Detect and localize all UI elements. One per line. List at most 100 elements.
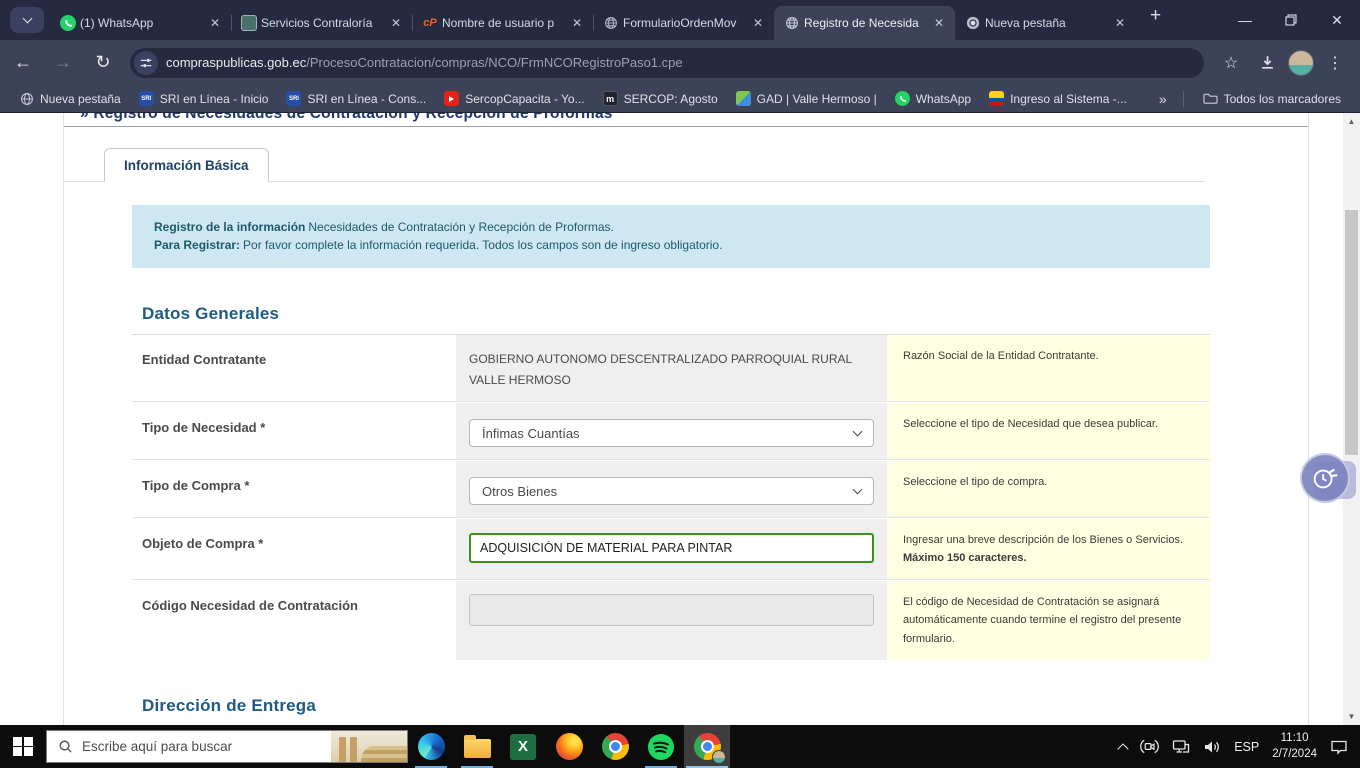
close-icon[interactable]: ✕ — [931, 16, 947, 30]
toolbar-actions: ☆ ⋮ — [1216, 48, 1360, 78]
start-button[interactable] — [0, 725, 46, 768]
bookmark-star-icon[interactable]: ☆ — [1216, 48, 1246, 78]
help-text-bold: Máximo 150 caracteres. — [903, 552, 1027, 565]
sercop-icon: m — [602, 91, 618, 106]
address-bar[interactable]: compraspublicas.gob.ec/ProcesoContrataci… — [130, 47, 1204, 78]
tab-title: Registro de Necesida — [804, 16, 919, 30]
field-help: Seleccione el tipo de Necesidad que dese… — [887, 403, 1210, 459]
action-center-icon[interactable] — [1330, 739, 1348, 755]
search-placeholder: Escribe aquí para buscar — [82, 739, 233, 754]
bookmark-ingreso-sistema[interactable]: Ingreso al Sistema -... — [980, 88, 1136, 109]
new-tab-button[interactable]: + — [1144, 5, 1167, 27]
field-label: Objeto de Compra * — [132, 519, 456, 580]
bookmark-label: SercopCapacita - Yo... — [465, 91, 585, 106]
bookmark-sercopcapacita[interactable]: SercopCapacita - Yo... — [435, 88, 593, 109]
restore-button[interactable] — [1268, 0, 1314, 40]
taskbar-file-explorer[interactable] — [454, 725, 500, 768]
ecuador-emblem-icon — [989, 91, 1005, 106]
session-timer-widget[interactable] — [1300, 453, 1356, 505]
folder-icon — [1203, 91, 1218, 106]
tray-expand-icon[interactable] — [1117, 742, 1129, 755]
bookmark-whatsapp[interactable]: WhatsApp — [886, 88, 980, 109]
bookmark-sri-inicio[interactable]: SRI SRI en Línea - Inicio — [130, 88, 278, 109]
file-explorer-icon — [463, 735, 491, 758]
downloads-icon[interactable] — [1252, 48, 1282, 78]
minimize-button[interactable]: — — [1222, 0, 1268, 40]
close-window-button[interactable]: ✕ — [1314, 0, 1360, 40]
bookmark-label: Nueva pestaña — [40, 91, 121, 106]
scrollbar-thumb[interactable] — [1345, 210, 1358, 455]
forward-button[interactable]: → — [46, 46, 80, 80]
excel-icon: X — [510, 733, 536, 760]
scroll-up-arrow[interactable]: ▲ — [1343, 113, 1360, 130]
close-icon[interactable]: ✕ — [207, 16, 223, 30]
meet-now-icon[interactable] — [1140, 738, 1160, 755]
taskbar-chrome-active[interactable] — [684, 725, 730, 768]
scrollbar[interactable]: ▲ ▼ — [1343, 113, 1360, 725]
tab-title: Nueva pestaña — [985, 16, 1066, 30]
close-icon[interactable]: ✕ — [750, 16, 766, 30]
chrome-icon — [965, 15, 981, 31]
contraloria-favicon — [241, 15, 257, 31]
field-label: Tipo de Necesidad * — [132, 403, 456, 459]
tipo-compra-select[interactable]: Otros Bienes — [469, 477, 874, 505]
tab-informacion-basica[interactable]: Información Básica — [104, 148, 269, 182]
browser-tab-registro-active[interactable]: Registro de Necesida ✕ — [774, 6, 955, 40]
url-text: compraspublicas.gob.ec/ProcesoContrataci… — [166, 55, 683, 70]
bookmark-gad-valle-hermoso[interactable]: GAD | Valle Hermoso | — [727, 88, 886, 109]
bookmark-label: Ingreso al Sistema -... — [1010, 91, 1127, 106]
tab-title: (1) WhatsApp — [80, 16, 154, 30]
browser-tab-formulario[interactable]: FormularioOrdenMov ✕ — [593, 6, 774, 40]
bookmark-nueva-pestana[interactable]: Nueva pestaña — [10, 88, 130, 109]
row-tipo-de-compra: Tipo de Compra * Otros Bienes Seleccione… — [132, 461, 1210, 517]
bookmarks-overflow-button[interactable]: » — [1153, 91, 1173, 107]
globe-icon — [19, 91, 34, 106]
site-info-icon[interactable] — [134, 50, 158, 75]
windows-logo-icon — [13, 736, 33, 757]
browser-tab-usuario[interactable]: cP Nombre de usuario p ✕ — [412, 6, 593, 40]
entidad-contratante-value: GOBIERNO AUTONOMO DESCENTRALIZADO PARROQ… — [469, 352, 852, 387]
menu-kebab-icon[interactable]: ⋮ — [1320, 48, 1350, 78]
divider — [1182, 90, 1184, 107]
divider — [64, 126, 1308, 127]
scroll-down-arrow[interactable]: ▼ — [1343, 708, 1360, 725]
field-help: Seleccione el tipo de compra. — [887, 461, 1210, 517]
taskbar-firefox[interactable] — [546, 725, 592, 768]
taskbar-spotify[interactable] — [638, 725, 684, 768]
bookmark-sri-consultas[interactable]: SRI SRI en Línea - Cons... — [277, 88, 435, 109]
chevron-down-icon — [852, 484, 863, 494]
info-line1-rest: Necesidades de Contratación y Recepción … — [308, 220, 614, 234]
all-bookmarks-button[interactable]: Todos los marcadores — [1194, 88, 1350, 109]
taskbar-search-input[interactable]: Escribe aquí para buscar — [46, 730, 408, 763]
close-icon[interactable]: ✕ — [1112, 16, 1128, 30]
clock-time: 11:10 — [1280, 731, 1309, 744]
reload-button[interactable]: ↻ — [86, 46, 120, 80]
browser-tab-nueva-pestana[interactable]: Nueva pestaña ✕ — [955, 6, 1136, 40]
bookmark-label: SERCOP: Agosto — [623, 91, 718, 106]
close-icon[interactable]: ✕ — [569, 16, 585, 30]
browser-tab-whatsapp[interactable]: (1) WhatsApp ✕ — [50, 6, 231, 40]
taskbar-excel[interactable]: X — [500, 725, 546, 768]
close-icon[interactable]: ✕ — [388, 16, 404, 30]
firefox-icon — [555, 733, 583, 760]
tab-title: Servicios Contraloría — [261, 16, 373, 30]
profile-avatar[interactable] — [1288, 49, 1314, 76]
chrome-icon — [601, 733, 629, 760]
browser-tab-contraloria[interactable]: Servicios Contraloría ✕ — [231, 6, 412, 40]
selected-value: Ínfimas Cuantías — [482, 425, 580, 441]
field-help: Ingresar una breve descripción de los Bi… — [887, 519, 1210, 580]
volume-icon[interactable] — [1203, 739, 1221, 755]
taskbar-edge[interactable] — [408, 725, 454, 768]
network-icon[interactable] — [1172, 739, 1190, 755]
objeto-compra-input[interactable] — [469, 533, 874, 563]
tab-search-button[interactable] — [10, 7, 44, 33]
back-button[interactable]: ← — [6, 46, 40, 80]
taskbar-chrome[interactable] — [592, 725, 638, 768]
clock[interactable]: 11:10 2/7/2024 — [1272, 731, 1317, 762]
language-indicator[interactable]: ESP — [1234, 740, 1259, 754]
profile-badge — [712, 750, 726, 764]
tab-title: Nombre de usuario p — [442, 16, 555, 30]
tipo-necesidad-select[interactable]: Ínfimas Cuantías — [469, 419, 874, 447]
field-label: Código Necesidad de Contratación — [132, 581, 456, 660]
bookmark-sercop-agosto[interactable]: m SERCOP: Agosto — [594, 88, 727, 109]
